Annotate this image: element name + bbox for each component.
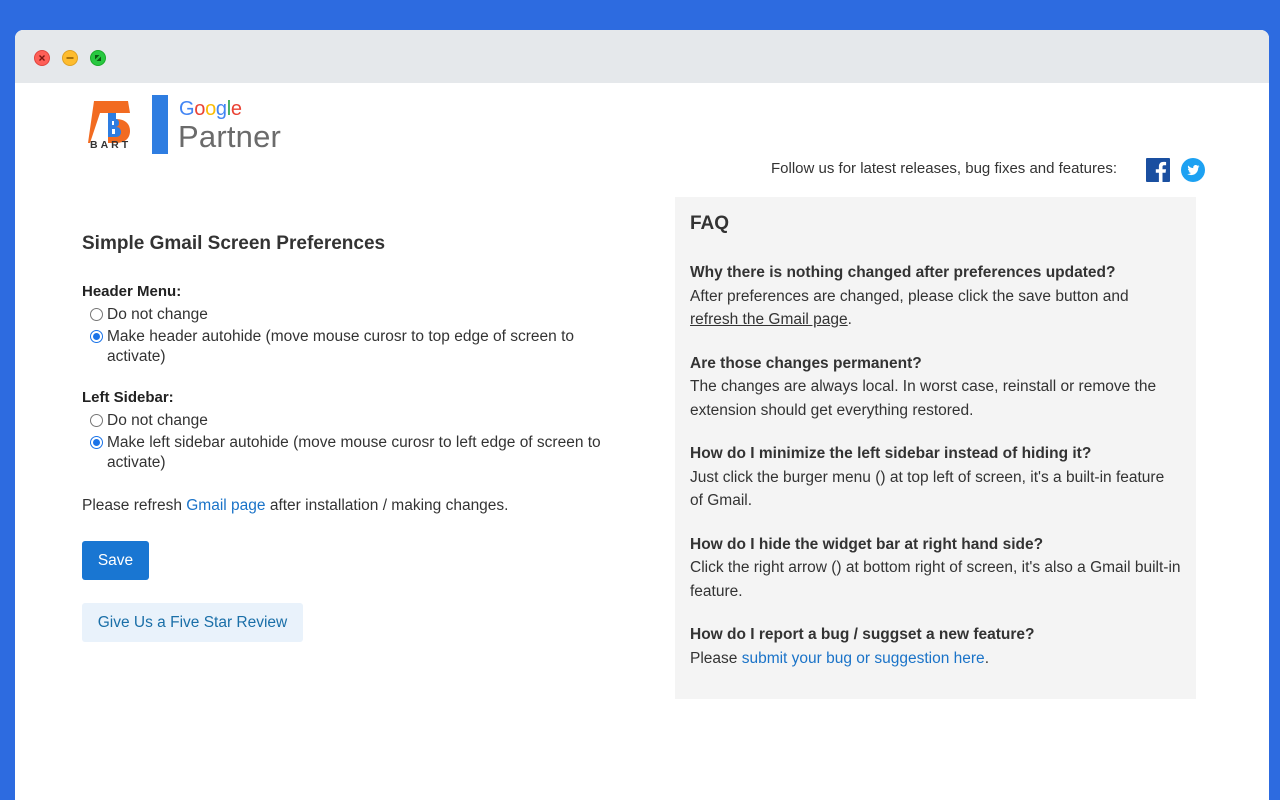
close-icon — [35, 51, 49, 65]
faq-title: FAQ — [690, 213, 1181, 235]
faq-question: Why there is nothing changed after prefe… — [690, 261, 1181, 285]
save-button[interactable]: Save — [82, 541, 149, 580]
faq-panel: FAQ Why there is nothing changed after p… — [675, 197, 1196, 699]
faq-question: How do I hide the widget bar at right ha… — [690, 533, 1181, 557]
faq-question: How do I report a bug / suggset a new fe… — [690, 623, 1181, 647]
header-autohide-option[interactable]: Make header autohide (move mouse curosr … — [82, 327, 642, 367]
header-autohide-radio[interactable] — [90, 330, 103, 343]
refresh-instruction: Please refresh Gmail page after installa… — [82, 497, 642, 515]
header-do-not-change-option[interactable]: Do not change — [82, 305, 642, 325]
minimize-window-button[interactable] — [62, 50, 78, 66]
partner-label: Partner — [178, 119, 281, 155]
faq-item: Why there is nothing changed after prefe… — [690, 261, 1181, 332]
header-menu-group: Header Menu: Do not change Make header a… — [82, 283, 642, 367]
header-menu-label: Header Menu: — [82, 283, 642, 300]
gmail-page-link[interactable]: Gmail page — [186, 497, 265, 514]
follow-text: Follow us for latest releases, bug fixes… — [771, 160, 1117, 177]
sidebar-autohide-option[interactable]: Make left sidebar autohide (move mouse c… — [82, 433, 642, 473]
twitter-icon[interactable] — [1181, 158, 1205, 182]
left-sidebar-label: Left Sidebar: — [82, 389, 642, 406]
preferences-panel: Simple Gmail Screen Preferences Header M… — [82, 233, 642, 642]
sidebar-do-not-change-option[interactable]: Do not change — [82, 411, 642, 431]
faq-question: Are those changes permanent? — [690, 352, 1181, 376]
header-do-not-change-radio[interactable] — [90, 308, 103, 321]
extension-options-page: BART Google Partner Follow us for latest… — [15, 83, 1269, 800]
google-logo: Google — [179, 98, 242, 121]
option-label: Do not change — [107, 411, 617, 431]
faq-answer: Just click the burger menu () at top lef… — [690, 466, 1181, 513]
browser-window: BART Google Partner Follow us for latest… — [15, 30, 1269, 800]
faq-answer: The changes are always local. In worst c… — [690, 375, 1181, 422]
faq-item: How do I minimize the left sidebar inste… — [690, 442, 1181, 513]
fullscreen-icon — [91, 51, 105, 65]
faq-answer: Please submit your bug or suggestion her… — [690, 647, 1181, 671]
sidebar-do-not-change-radio[interactable] — [90, 414, 103, 427]
facebook-icon[interactable] — [1146, 158, 1170, 182]
sidebar-autohide-radio[interactable] — [90, 436, 103, 449]
faq-item: How do I hide the widget bar at right ha… — [690, 533, 1181, 604]
faq-item: How do I report a bug / suggset a new fe… — [690, 623, 1181, 670]
minimize-icon — [63, 51, 77, 65]
maximize-window-button[interactable] — [90, 50, 106, 66]
faq-question: How do I minimize the left sidebar inste… — [690, 442, 1181, 466]
submit-bug-link[interactable]: submit your bug or suggestion here — [742, 650, 985, 667]
faq-answer: Click the right arrow () at bottom right… — [690, 556, 1181, 603]
page-title: Simple Gmail Screen Preferences — [82, 233, 642, 255]
faq-answer: After preferences are changed, please cl… — [690, 285, 1181, 332]
option-label: Make header autohide (move mouse curosr … — [107, 327, 617, 367]
faq-item: Are those changes permanent? The changes… — [690, 352, 1181, 423]
option-label: Make left sidebar autohide (move mouse c… — [107, 433, 617, 473]
left-sidebar-group: Left Sidebar: Do not change Make left si… — [82, 389, 642, 473]
bart-label: BART — [90, 139, 131, 151]
partner-logo-bar — [152, 95, 168, 154]
close-window-button[interactable] — [34, 50, 50, 66]
title-bar — [15, 30, 1269, 83]
five-star-review-button[interactable]: Give Us a Five Star Review — [82, 603, 303, 642]
option-label: Do not change — [107, 305, 617, 325]
refresh-gmail-link[interactable]: refresh the Gmail page — [690, 311, 848, 328]
